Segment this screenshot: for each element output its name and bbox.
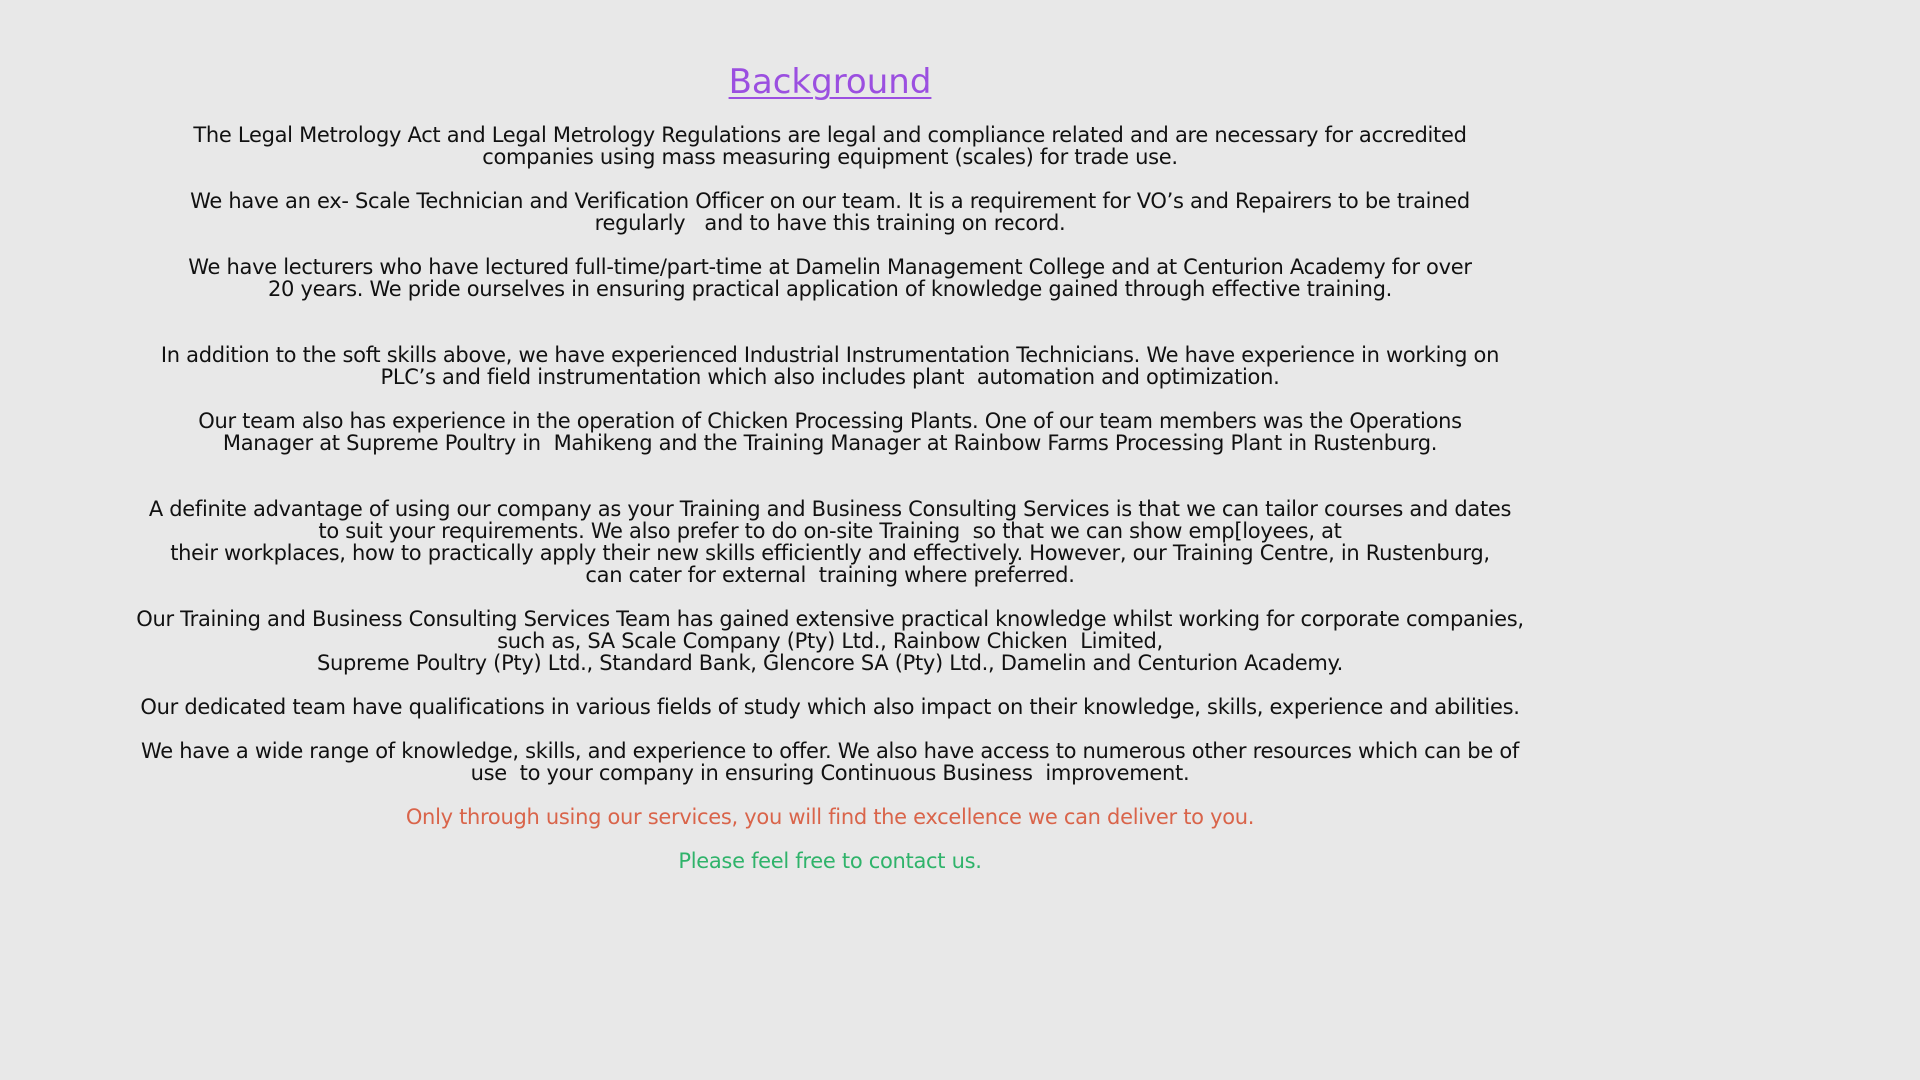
contact-line: Please feel free to contact us. <box>678 849 982 873</box>
paragraph-line: Our team also has experience in the oper… <box>198 409 1462 433</box>
background-section: Background The Legal Metrology Act and L… <box>110 60 1550 894</box>
closing-statement: Only through using our services, you wil… <box>110 806 1550 828</box>
paragraph-resources: We have a wide range of knowledge, skill… <box>110 740 1550 784</box>
paragraph-legal-metrology: The Legal Metrology Act and Legal Metrol… <box>110 124 1550 168</box>
paragraph-line: companies using mass measuring equipment… <box>482 145 1178 169</box>
paragraph-line: We have an ex- Scale Technician and Veri… <box>190 189 1470 213</box>
paragraph-line: We have a wide range of knowledge, skill… <box>141 739 1519 763</box>
paragraph-line: Supreme Poultry (Pty) Ltd., Standard Ban… <box>316 651 1344 675</box>
paragraph-line: In addition to the soft skills above, we… <box>160 343 1500 367</box>
paragraph-line: Manager at Supreme Poultry in Mahikeng a… <box>222 431 1438 455</box>
paragraph-scale-technician: We have an ex- Scale Technician and Veri… <box>110 190 1550 234</box>
paragraph-line: regularly and to have this training on r… <box>594 211 1066 235</box>
paragraph-line: A definite advantage of using our compan… <box>148 497 1512 521</box>
paragraph-lecturers: We have lecturers who have lectured full… <box>110 256 1550 300</box>
paragraph-qualifications: Our dedicated team have qualifications i… <box>110 696 1550 718</box>
paragraph-corporate-experience: Our Training and Business Consulting Ser… <box>110 608 1550 674</box>
paragraph-line: We have lecturers who have lectured full… <box>188 255 1472 279</box>
paragraph-line: to suit your requirements. We also prefe… <box>318 519 1342 543</box>
page: Background The Legal Metrology Act and L… <box>0 0 1920 1080</box>
paragraph-line: their workplaces, how to practically app… <box>170 541 1490 565</box>
paragraph-line: use to your company in ensuring Continuo… <box>470 761 1190 785</box>
paragraph-line: Our Training and Business Consulting Ser… <box>136 607 1524 631</box>
section-heading-link[interactable]: Background <box>729 60 932 104</box>
paragraph-line: Our dedicated team have qualifications i… <box>140 695 1520 719</box>
closing-line: Only through using our services, you wil… <box>405 805 1255 829</box>
paragraph-instrumentation: In addition to the soft skills above, we… <box>110 344 1550 388</box>
paragraph-line: The Legal Metrology Act and Legal Metrol… <box>193 123 1467 147</box>
paragraph-chicken-processing: Our team also has experience in the oper… <box>110 410 1550 454</box>
paragraph-line: PLC’s and field instrumentation which al… <box>380 365 1280 389</box>
paragraph-line: can cater for external training where pr… <box>585 563 1075 587</box>
paragraph-advantage: A definite advantage of using our compan… <box>110 498 1550 586</box>
contact-prompt: Please feel free to contact us. <box>110 850 1550 872</box>
paragraph-line: 20 years. We pride ourselves in ensuring… <box>268 277 1392 301</box>
paragraph-line: such as, SA Scale Company (Pty) Ltd., Ra… <box>497 629 1163 653</box>
